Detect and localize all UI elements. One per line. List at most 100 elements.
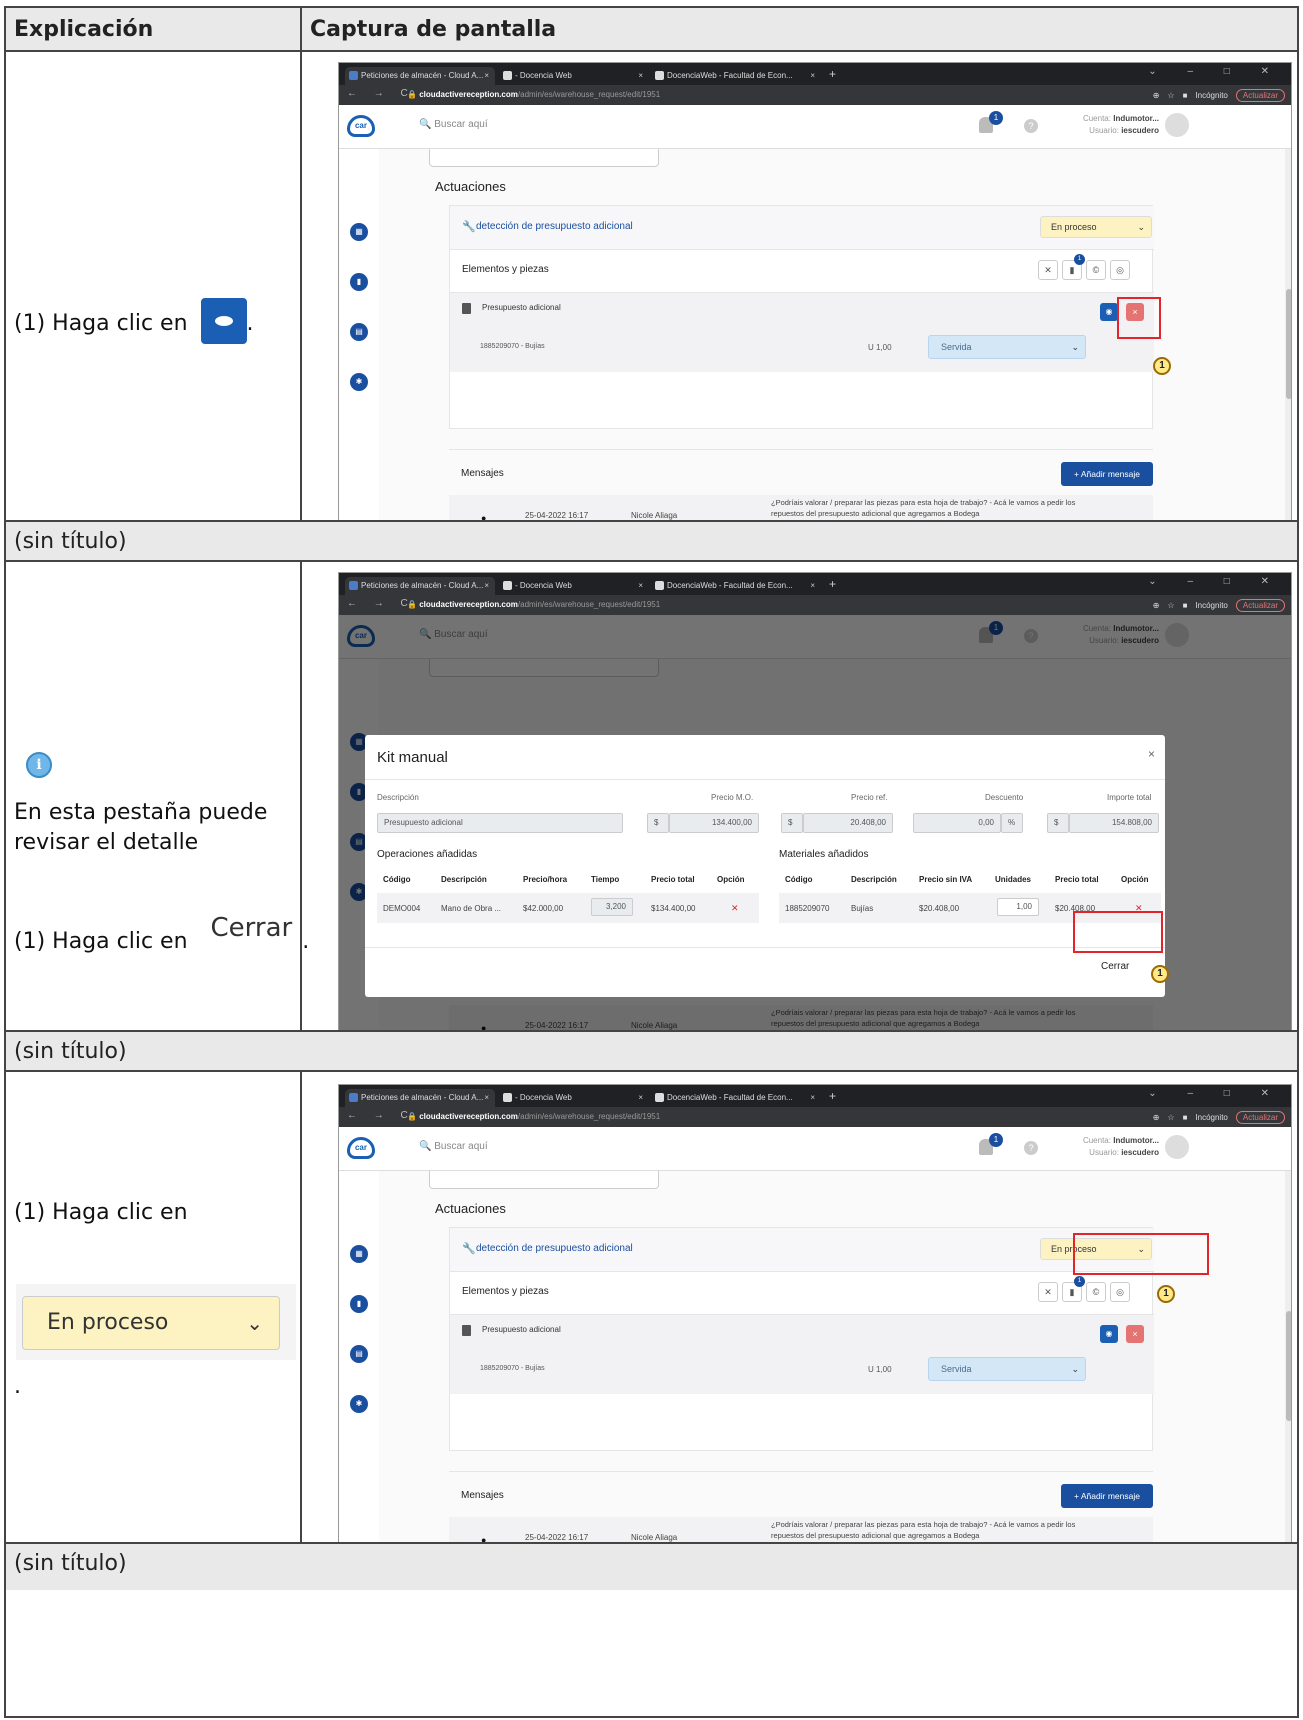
close-icon[interactable]: × bbox=[638, 67, 643, 85]
update-button[interactable]: Actualizar bbox=[1235, 1110, 1285, 1124]
document-icon[interactable]: ▮ bbox=[350, 1295, 368, 1313]
eye-button[interactable]: ◉ bbox=[1100, 1325, 1118, 1343]
url-text[interactable]: 🔒 cloudactivereception.com/admin/es/ware… bbox=[407, 90, 660, 99]
nav-arrows-icon[interactable]: ← → C bbox=[347, 598, 415, 609]
browser-tab[interactable]: DocenciaWeb - Facultad de Econ... × bbox=[651, 1089, 821, 1107]
part-status-select[interactable]: Servida ⌄ bbox=[928, 335, 1086, 359]
add-message-button[interactable]: + Añadir mensaje bbox=[1061, 462, 1153, 486]
browser-tab[interactable]: - Docencia Web × bbox=[499, 577, 649, 595]
star-icon[interactable]: ☆ bbox=[1167, 1113, 1174, 1122]
job-title[interactable]: detección de presupuesto adicional bbox=[476, 221, 633, 232]
modal-overlay[interactable]: Kit manual × Descripción Precio M.O. Pre… bbox=[339, 615, 1291, 1059]
cerrar-button[interactable]: Cerrar bbox=[1101, 961, 1129, 972]
zoom-icon[interactable]: ⊕ bbox=[1153, 91, 1160, 100]
scrollbar-thumb[interactable] bbox=[1286, 289, 1291, 399]
url-text[interactable]: 🔒 cloudactivereception.com/admin/es/ware… bbox=[407, 1112, 660, 1121]
update-button[interactable]: Actualizar bbox=[1235, 88, 1285, 102]
scrollbar[interactable] bbox=[1285, 1171, 1291, 1571]
grid-icon[interactable]: ▤ bbox=[350, 1345, 368, 1363]
address-bar[interactable]: ← → C 🔒 cloudactivereception.com/admin/e… bbox=[339, 1107, 1291, 1127]
window-controls[interactable]: ⌄ – □ ✕ bbox=[1148, 576, 1283, 587]
star-icon[interactable]: ☆ bbox=[1167, 601, 1174, 610]
delete-icon[interactable]: ✕ bbox=[731, 903, 739, 914]
zoom-icon[interactable]: ⊕ bbox=[1153, 601, 1160, 610]
tools-icon[interactable]: ✕ bbox=[1038, 1282, 1058, 1302]
close-icon[interactable]: × bbox=[810, 577, 815, 595]
disc-icon[interactable]: ◎ bbox=[1110, 260, 1130, 280]
ops-header: Descripción bbox=[441, 875, 487, 884]
new-tab-icon[interactable]: + bbox=[829, 577, 836, 591]
scrollbar-thumb[interactable] bbox=[1286, 1311, 1291, 1421]
eye-button[interactable]: ◉ bbox=[1100, 303, 1118, 321]
browser-tab[interactable]: - Docencia Web × bbox=[499, 67, 649, 85]
status-select[interactable]: En proceso ⌄ bbox=[1040, 216, 1152, 238]
car-logo-icon[interactable]: car bbox=[347, 1137, 375, 1159]
address-bar[interactable]: ← → C 🔒 cloudactivereception.com/admin/e… bbox=[339, 85, 1291, 105]
nav-arrows-icon[interactable]: ← → C bbox=[347, 88, 415, 99]
calendar-icon[interactable]: ▦ bbox=[350, 1245, 368, 1263]
calculator-icon[interactable]: ▮ 1 bbox=[1062, 254, 1085, 280]
tab-label: DocenciaWeb - Facultad de Econ... bbox=[667, 1093, 793, 1102]
part-status-select[interactable]: Servida ⌄ bbox=[928, 1357, 1086, 1381]
close-icon[interactable]: × bbox=[484, 67, 489, 85]
avatar[interactable] bbox=[1165, 1135, 1189, 1159]
descripcion-field[interactable]: Presupuesto adicional bbox=[377, 813, 623, 833]
update-button[interactable]: Actualizar bbox=[1235, 598, 1285, 612]
nav-arrows-icon[interactable]: ← → C bbox=[347, 1110, 415, 1121]
help-icon[interactable]: ? bbox=[1024, 1141, 1038, 1155]
close-icon[interactable]: × bbox=[484, 577, 489, 595]
grid-icon[interactable]: ▤ bbox=[350, 323, 368, 341]
close-icon[interactable]: × bbox=[638, 577, 643, 595]
zoom-icon[interactable]: ⊕ bbox=[1153, 1113, 1160, 1122]
descuento-field[interactable]: 0,00 bbox=[913, 813, 1001, 833]
chevron-down-icon: ⌄ bbox=[1071, 1364, 1079, 1374]
car-logo-icon[interactable]: car bbox=[347, 115, 375, 137]
delete-button[interactable]: × bbox=[1126, 1325, 1144, 1343]
document-icon[interactable]: ▮ bbox=[350, 273, 368, 291]
add-message-button[interactable]: + Añadir mensaje bbox=[1061, 1484, 1153, 1508]
window-controls[interactable]: ⌄ – □ ✕ bbox=[1148, 66, 1283, 77]
scrollbar[interactable] bbox=[1285, 149, 1291, 549]
importe-field[interactable]: 154.808,00 bbox=[1069, 813, 1159, 833]
job-title[interactable]: detección de presupuesto adicional bbox=[476, 1243, 633, 1254]
window-controls[interactable]: ⌄ – □ ✕ bbox=[1148, 1088, 1283, 1099]
close-icon[interactable]: × bbox=[1148, 747, 1155, 761]
part-name: 1885209070 - Bujías bbox=[480, 1365, 545, 1372]
header-explicacion: Explicación bbox=[14, 17, 154, 42]
close-icon[interactable]: × bbox=[484, 1089, 489, 1107]
new-tab-icon[interactable]: + bbox=[829, 67, 836, 81]
disc-icon[interactable]: ◎ bbox=[1110, 1282, 1130, 1302]
close-icon[interactable]: × bbox=[810, 1089, 815, 1107]
close-icon[interactable]: × bbox=[810, 67, 815, 85]
browser-tab[interactable]: Peticiones de almacén - Cloud A... × bbox=[345, 1089, 495, 1107]
tools-icon[interactable]: ✕ bbox=[1038, 260, 1058, 280]
gear-icon[interactable]: ✱ bbox=[350, 373, 368, 391]
new-tab-icon[interactable]: + bbox=[829, 1089, 836, 1103]
sidepanel-icon[interactable]: ■ bbox=[1183, 601, 1188, 610]
calculator-icon[interactable]: ▮ 1 bbox=[1062, 1276, 1085, 1302]
unidades-field[interactable]: 1,00 bbox=[997, 898, 1039, 916]
sidepanel-icon[interactable]: ■ bbox=[1183, 1113, 1188, 1122]
close-icon[interactable]: × bbox=[638, 1089, 643, 1107]
browser-tab[interactable]: - Docencia Web × bbox=[499, 1089, 649, 1107]
copyright-icon[interactable]: © bbox=[1086, 1282, 1106, 1302]
precio-ref-field[interactable]: 20.408,00 bbox=[803, 813, 893, 833]
avatar[interactable] bbox=[1165, 113, 1189, 137]
job-card-header: 🔧 detección de presupuesto adicional En … bbox=[450, 1228, 1154, 1272]
browser-tab[interactable]: DocenciaWeb - Facultad de Econ... × bbox=[651, 67, 821, 85]
precio-mo-field[interactable]: 134.400,00 bbox=[669, 813, 759, 833]
star-icon[interactable]: ☆ bbox=[1167, 91, 1174, 100]
url-text[interactable]: 🔒 cloudactivereception.com/admin/es/ware… bbox=[407, 600, 660, 609]
gear-icon[interactable]: ✱ bbox=[350, 1395, 368, 1413]
help-icon[interactable]: ? bbox=[1024, 119, 1038, 133]
search-input[interactable]: 🔍 Buscar aquí bbox=[419, 1141, 488, 1152]
copyright-icon[interactable]: © bbox=[1086, 260, 1106, 280]
browser-tab[interactable]: Peticiones de almacén - Cloud A... × bbox=[345, 67, 495, 85]
tiempo-field[interactable]: 3,200 bbox=[591, 898, 633, 916]
browser-tab[interactable]: Peticiones de almacén - Cloud A... × bbox=[345, 577, 495, 595]
sidepanel-icon[interactable]: ■ bbox=[1183, 91, 1188, 100]
address-bar[interactable]: ← → C 🔒 cloudactivereception.com/admin/e… bbox=[339, 595, 1291, 615]
calendar-icon[interactable]: ▦ bbox=[350, 223, 368, 241]
search-input[interactable]: 🔍 Buscar aquí bbox=[419, 119, 488, 130]
browser-tab[interactable]: DocenciaWeb - Facultad de Econ... × bbox=[651, 577, 821, 595]
